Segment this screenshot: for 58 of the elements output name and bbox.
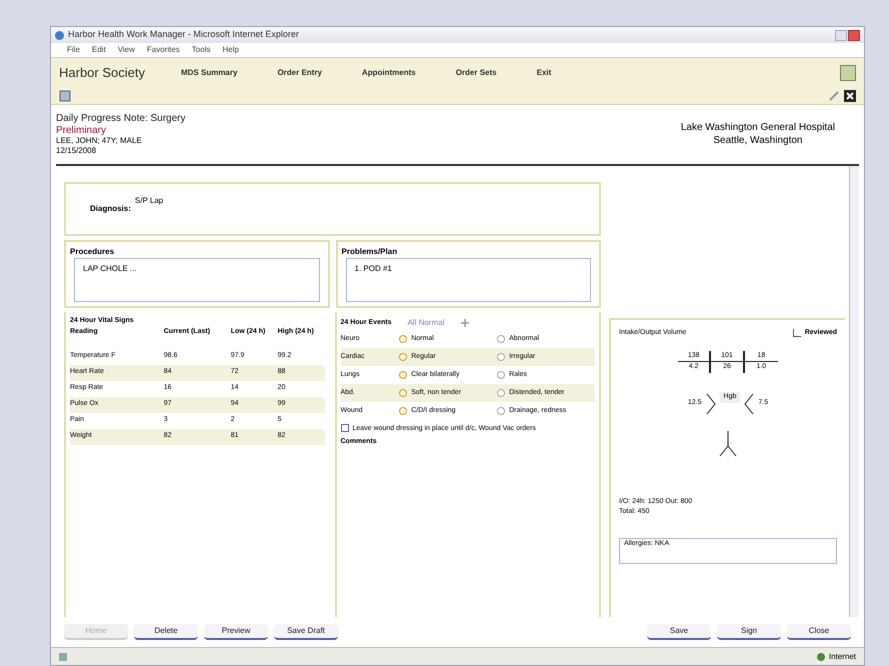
menu-item[interactable]: Tools	[192, 44, 210, 56]
page-icon	[59, 652, 67, 660]
radio-button[interactable]	[399, 389, 408, 397]
action-button[interactable]: Delete	[134, 624, 198, 640]
checkbox[interactable]	[792, 329, 801, 338]
radio-button[interactable]	[399, 335, 408, 343]
nav-link[interactable]: MDS Summary	[180, 67, 238, 79]
radio-button[interactable]	[497, 335, 506, 343]
window-title: Harbor Health Work Manager - Microsoft Internet Explorer	[68, 28, 299, 42]
y-junction-drawing	[718, 430, 738, 456]
radio-button[interactable]	[399, 353, 408, 361]
bracket-icon	[706, 392, 716, 414]
note-date: 12/15/2008	[56, 146, 98, 156]
action-button[interactable]: Save	[647, 624, 711, 640]
action-button[interactable]: Save Draft	[274, 624, 338, 640]
action-button[interactable]: Sign	[717, 624, 781, 640]
panel-title: Problems/Plan	[342, 246, 398, 258]
bracket-icon	[744, 392, 754, 414]
menu-item[interactable]: Edit	[92, 44, 106, 56]
nav-link[interactable]: Appointments	[362, 67, 416, 79]
document-icon[interactable]	[59, 90, 71, 102]
patient-info: LEE, JOHN; 47Y; MALE	[56, 136, 143, 146]
menu-item[interactable]: View	[118, 44, 135, 56]
radio-button[interactable]	[497, 407, 506, 415]
note-title: Daily Progress Note: Surgery	[56, 113, 186, 125]
note-status: Preliminary	[56, 125, 108, 136]
nav-link[interactable]: Order Entry	[277, 67, 322, 79]
globe-icon	[816, 652, 825, 660]
radio-button[interactable]	[399, 371, 408, 379]
app-name: Harbor Society	[59, 64, 145, 82]
hospital-name: Lake Washington General Hospital	[680, 121, 835, 134]
menu-item[interactable]: Favorites	[146, 44, 180, 56]
radio-button[interactable]	[497, 371, 506, 379]
nav-link[interactable]: Exit	[536, 67, 552, 79]
procedures-field[interactable]: LAP CHOLE ...	[74, 258, 320, 302]
panel-title: Procedures	[70, 246, 116, 258]
checkbox[interactable]	[340, 424, 348, 432]
edit-icon[interactable]	[828, 90, 840, 102]
scrollbar[interactable]	[849, 166, 859, 617]
diagnosis-value: S/P Lap	[134, 195, 164, 207]
radio-button[interactable]	[399, 407, 408, 415]
diagnosis-label: Diagnosis:	[90, 203, 131, 215]
action-button[interactable]: Preview	[204, 624, 268, 640]
all-normal-link[interactable]: All Normal	[407, 317, 444, 329]
radio-button[interactable]	[497, 389, 506, 397]
plus-icon[interactable]	[460, 318, 470, 328]
hospital-city: Seattle, Washington	[713, 134, 802, 147]
logo-icon	[840, 65, 856, 81]
menu-item[interactable]: File	[67, 44, 80, 56]
action-button[interactable]: Close	[787, 624, 851, 640]
close-button[interactable]	[848, 30, 860, 40]
problems-field[interactable]: 1. POD #1	[346, 258, 591, 302]
close-icon[interactable]	[844, 90, 856, 102]
nav-link[interactable]: Order Sets	[456, 67, 497, 79]
zone-label: Internet	[828, 650, 856, 662]
menu-item[interactable]: Help	[222, 44, 239, 56]
radio-button[interactable]	[497, 353, 506, 361]
browser-icon	[55, 30, 64, 40]
